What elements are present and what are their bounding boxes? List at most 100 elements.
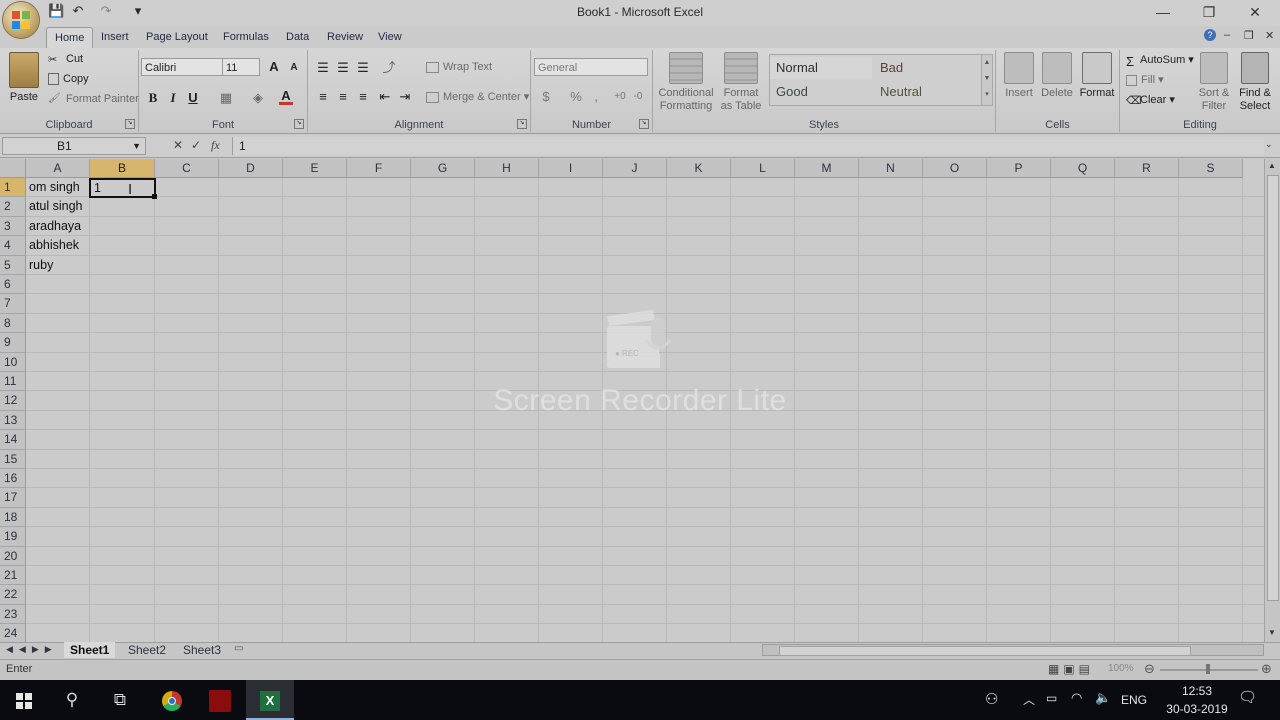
currency-icon[interactable]: $ [537, 88, 555, 106]
active-cell-b1[interactable]: 1 [89, 178, 157, 199]
tab-data[interactable]: Data [278, 27, 317, 47]
battery-icon[interactable]: ▭ [1046, 691, 1057, 705]
wrap-text-button[interactable]: Wrap Text [426, 61, 492, 73]
column-header-e[interactable]: E [283, 159, 347, 178]
underline-button[interactable]: U [184, 89, 202, 107]
row-header-22[interactable]: 22 [0, 585, 26, 605]
row-header-16[interactable]: 16 [0, 469, 26, 489]
style-normal[interactable]: Normal [770, 57, 872, 79]
cut-button[interactable]: ✂ Cut [48, 53, 83, 66]
insert-function-icon[interactable]: fx [211, 138, 220, 153]
clipboard-launcher-icon[interactable]: ↘ [125, 119, 135, 129]
align-center-icon[interactable]: ≡ [334, 88, 352, 106]
worksheet-grid[interactable]: ABCDEFGHIJKLMNOPQRS 1 2 3 4 5 6 7 8 9 10 11 12 13 14 1… [0, 159, 1264, 642]
expand-formula-bar-icon[interactable]: ⌄ [1265, 139, 1273, 150]
tab-formulas[interactable]: Formulas [215, 27, 277, 47]
font-color-button[interactable]: A [277, 87, 295, 105]
insert-sheet-icon[interactable]: ▭ [234, 643, 250, 657]
row-header-1[interactable]: 1 [0, 178, 26, 198]
workbook-minimize-icon[interactable]: – [1224, 29, 1230, 41]
chrome-icon[interactable] [148, 680, 196, 720]
column-header-o[interactable]: O [923, 159, 987, 178]
column-header-a[interactable]: A [26, 159, 90, 178]
help-icon[interactable]: ? [1204, 29, 1216, 41]
row-header-17[interactable]: 17 [0, 488, 26, 508]
clock-time[interactable]: 12:53 [1172, 684, 1222, 698]
vertical-scrollbar[interactable]: ▲ ▼ [1264, 159, 1280, 642]
column-header-h[interactable]: H [475, 159, 539, 178]
windows-start-icon[interactable] [0, 680, 48, 720]
comma-button[interactable]: , [587, 88, 605, 106]
row-header-6[interactable]: 6 [0, 275, 26, 295]
cancel-entry-icon[interactable]: ✕ [173, 138, 183, 152]
minimize-button[interactable]: — [1140, 0, 1186, 24]
orientation-icon[interactable]: ⤴ [380, 59, 398, 77]
style-neutral[interactable]: Neutral [874, 81, 978, 103]
merge-center-button[interactable]: Merge & Center ▾ [426, 90, 529, 103]
row-header-19[interactable]: 19 [0, 527, 26, 547]
insert-cells-button[interactable]: Insert [1000, 52, 1038, 99]
column-header-k[interactable]: K [667, 159, 731, 178]
horizontal-scroll-thumb[interactable] [779, 646, 1191, 656]
column-header-d[interactable]: D [219, 159, 283, 178]
conditional-formatting-button[interactable]: Conditional Formatting [655, 52, 717, 113]
zoom-level[interactable]: 100% [1108, 663, 1134, 674]
zoom-in-icon[interactable]: ⊕ [1261, 661, 1272, 677]
number-launcher-icon[interactable]: ↘ [639, 119, 649, 129]
column-header-q[interactable]: Q [1051, 159, 1115, 178]
wifi-icon[interactable]: ◠ [1071, 690, 1082, 706]
screen-recorder-app-icon[interactable] [196, 680, 244, 720]
style-good[interactable]: Good [770, 81, 872, 103]
view-buttons-icon[interactable]: ▦▣▤ [1048, 662, 1094, 676]
borders-icon[interactable]: ▦ [217, 89, 235, 107]
decrease-indent-icon[interactable]: ⇤ [376, 88, 394, 106]
row-header-4[interactable]: 4 [0, 236, 26, 256]
font-size-select[interactable]: 11 [222, 58, 260, 76]
name-box[interactable]: B1 ▼ [2, 137, 146, 155]
column-header-g[interactable]: G [411, 159, 475, 178]
column-header-i[interactable]: I [539, 159, 603, 178]
row-header-5[interactable]: 5 [0, 255, 26, 275]
increase-decimal-icon[interactable]: +0 [611, 88, 629, 106]
number-format-select[interactable]: General [534, 58, 648, 76]
row-header-9[interactable]: 9 [0, 333, 26, 353]
sheet-tab-sheet2[interactable]: Sheet2 [122, 642, 172, 658]
fill-handle[interactable] [152, 194, 157, 199]
decrease-decimal-icon[interactable]: -0 [629, 88, 647, 106]
clock-date[interactable]: 30-03-2019 [1154, 702, 1240, 716]
tab-insert[interactable]: Insert [93, 27, 137, 47]
align-right-icon[interactable]: ≡ [354, 88, 372, 106]
excel-taskbar-icon[interactable]: X [246, 680, 294, 720]
notification-center-icon[interactable]: 🗨 [1238, 688, 1257, 706]
align-middle-icon[interactable]: ☰ [334, 59, 352, 77]
row-header-20[interactable]: 20 [0, 546, 26, 566]
styles-gallery-scroll[interactable]: ▲ ▼ ▾ [981, 54, 993, 106]
row-header-7[interactable]: 7 [0, 294, 26, 314]
row-header-15[interactable]: 15 [0, 449, 26, 469]
scroll-up-icon[interactable]: ▲ [1267, 161, 1277, 171]
cell-a3[interactable]: aradhaya [29, 217, 81, 236]
select-all-corner[interactable] [0, 159, 26, 178]
scroll-down-icon[interactable]: ▼ [1267, 628, 1277, 638]
clear-button[interactable]: ⌫Clear ▾ [1126, 93, 1175, 107]
sheet-nav-arrows-icon[interactable]: ◀◀▶▶ [6, 644, 58, 655]
search-icon[interactable]: ⚲ [48, 680, 96, 720]
column-header-p[interactable]: P [987, 159, 1051, 178]
align-left-icon[interactable]: ≡ [314, 88, 332, 106]
column-header-c[interactable]: C [155, 159, 219, 178]
vertical-scroll-thumb[interactable] [1267, 175, 1279, 601]
paste-button[interactable]: Paste [6, 52, 42, 103]
restore-button[interactable]: ❐ [1186, 0, 1232, 24]
formula-input[interactable]: 1 [232, 137, 1264, 155]
delete-cells-button[interactable]: Delete [1038, 52, 1076, 99]
horizontal-scrollbar[interactable] [762, 644, 1264, 656]
zoom-slider-thumb[interactable] [1206, 664, 1210, 674]
tab-home[interactable]: Home [46, 27, 94, 48]
row-header-8[interactable]: 8 [0, 313, 26, 334]
name-box-dropdown-icon[interactable]: ▼ [132, 138, 141, 154]
grow-font-button[interactable]: A [265, 58, 283, 76]
show-hidden-icons-icon[interactable]: ︿ [1023, 691, 1035, 708]
volume-icon[interactable]: 🔈 [1095, 690, 1111, 706]
row-header-23[interactable]: 23 [0, 604, 26, 625]
fill-button[interactable]: Fill ▾ [1126, 73, 1164, 86]
